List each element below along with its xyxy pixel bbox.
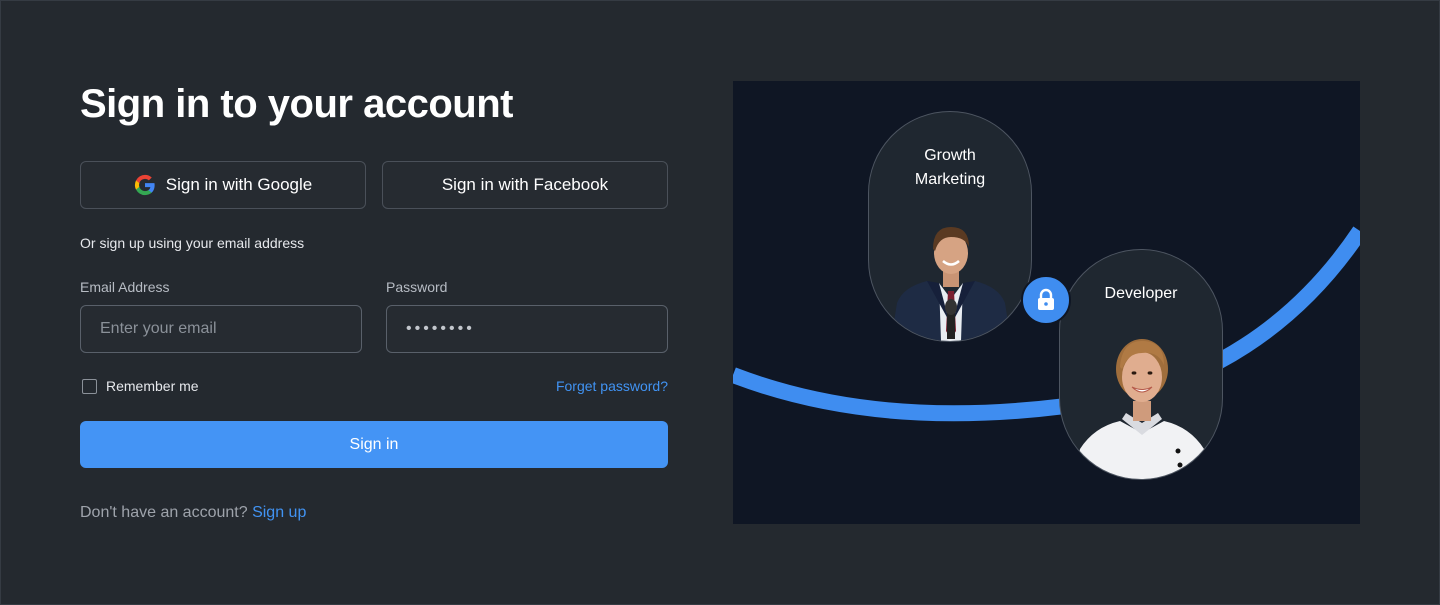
growth-marketing-label: Growth Marketing [869, 144, 1031, 192]
google-button-label: Sign in with Google [165, 175, 313, 194]
password-input[interactable] [386, 305, 668, 353]
remember-me-checkbox[interactable]: Remember me [82, 378, 199, 394]
developer-portrait [1074, 339, 1210, 479]
facebook-button-label: Sign in with Facebook [441, 175, 609, 194]
card1-line1: Growth [924, 147, 976, 164]
password-label: Password [386, 279, 448, 295]
developer-label: Developer [1104, 285, 1178, 302]
no-account-text: Don't have an account? [80, 504, 248, 521]
google-icon [134, 174, 155, 196]
page-title: Sign in to your account [80, 82, 513, 126]
email-input[interactable] [80, 305, 362, 353]
email-signup-hint: Or sign up using your email address [80, 235, 305, 251]
card1-line2: Marketing [914, 171, 986, 188]
forgot-password-link[interactable]: Forget password? [556, 378, 668, 394]
signup-link[interactable]: Sign up [252, 504, 306, 521]
facebook-signin-button[interactable]: Sign in with Facebook [382, 161, 668, 209]
growth-marketing-card: Growth Marketing [868, 111, 1032, 342]
signin-button[interactable]: Sign in [80, 421, 668, 468]
illustration-panel: Growth Marketing Developer [733, 81, 1360, 524]
businessman-portrait [891, 227, 1011, 341]
lock-badge [1021, 275, 1071, 325]
lock-icon [1038, 288, 1054, 310]
google-signin-button[interactable]: Sign in with Google [80, 161, 366, 209]
email-label: Email Address [80, 279, 170, 295]
checkbox-box[interactable] [82, 378, 97, 394]
signup-prompt: Don't have an account? Sign up [80, 504, 306, 522]
developer-card: Developer [1059, 249, 1223, 480]
remember-me-label: Remember me [106, 378, 199, 394]
